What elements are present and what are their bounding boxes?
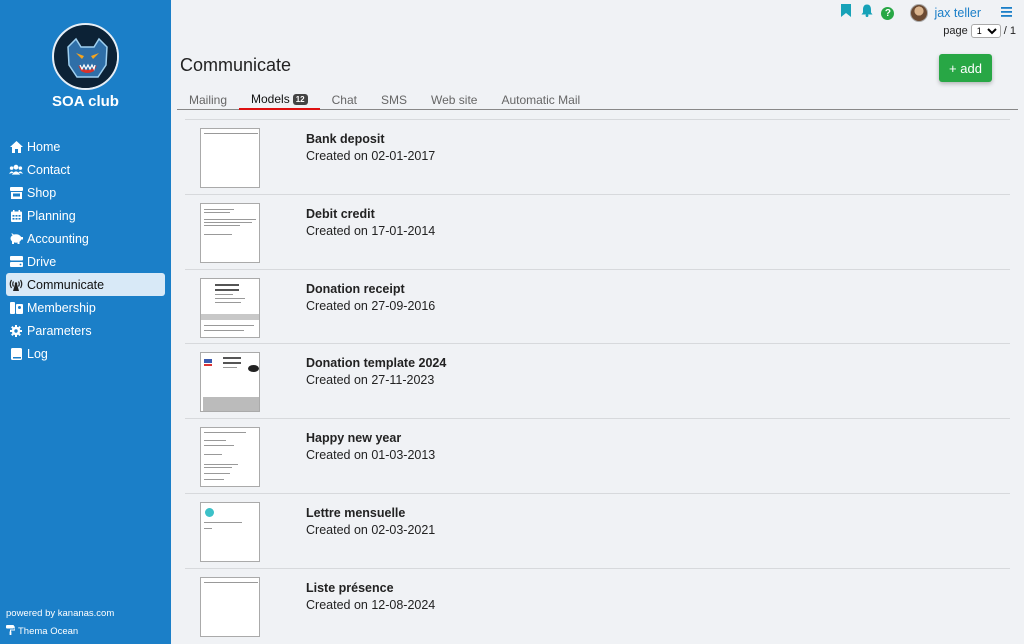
model-thumbnail[interactable] (200, 427, 260, 488)
model-thumbnail[interactable] (200, 202, 260, 263)
model-date: Created on 27-09-2016 (306, 298, 436, 313)
model-name[interactable]: Lettre mensuelle (306, 506, 405, 520)
model-date: Created on 27-11-2023 (306, 373, 435, 388)
hard-drive-icon (9, 255, 23, 269)
page-title: Communicate (180, 55, 292, 75)
list-item[interactable]: Lettre mensuelle Created on 02-03-2021 (185, 492, 1010, 568)
bookmark-icon[interactable] (841, 4, 852, 22)
list-item[interactable]: Debit credit Created on 17-01-2014 (185, 193, 1010, 269)
club-logo[interactable] (52, 23, 119, 90)
sidebar-item-label: Drive (27, 254, 57, 269)
gear-icon (9, 324, 23, 338)
tab-label: Automatic Mail (501, 92, 581, 107)
sidebar-item-label: Accounting (27, 231, 89, 246)
calendar-icon (9, 209, 23, 223)
users-icon (9, 163, 23, 177)
sidebar-item-membership[interactable]: Membership (6, 296, 165, 319)
model-name[interactable]: Happy new year (306, 431, 401, 445)
tab-chat[interactable]: Chat (320, 90, 369, 109)
model-date: Created on 12-08-2024 (306, 597, 436, 612)
tab-sms[interactable]: SMS (369, 90, 419, 109)
sidebar-item-communicate[interactable]: Communicate (6, 273, 165, 296)
sidebar-item-log[interactable]: Log (6, 342, 165, 365)
model-thumbnail[interactable] (200, 501, 260, 562)
list-item[interactable]: Donation template 2024 Created on 27-11-… (185, 343, 1010, 418)
sidebar-item-shop[interactable]: Shop (6, 181, 165, 204)
sidebar-item-planning[interactable]: Planning (6, 204, 165, 227)
sidebar-item-label: Shop (27, 185, 57, 200)
model-name[interactable]: Debit credit (306, 207, 375, 221)
list-item[interactable]: Bank deposit Created on 02-01-2017 (185, 119, 1010, 194)
menu-icon[interactable] (1001, 4, 1012, 22)
model-name[interactable]: Donation receipt (306, 282, 405, 296)
model-date: Created on 02-03-2021 (306, 522, 436, 537)
tab-label: Mailing (189, 92, 228, 107)
club-name: SOA club (52, 93, 119, 110)
model-thumbnail[interactable] (200, 128, 260, 188)
sidebar-nav: Home Contact Shop Planning Accounting Dr… (6, 135, 165, 365)
model-thumbnail[interactable] (200, 352, 260, 413)
list-item[interactable]: Donation receipt Created on 27-09-2016 (185, 268, 1010, 344)
avatar[interactable] (910, 4, 929, 22)
list-item[interactable]: Liste présence Created on 12-08-2024 (185, 567, 1010, 643)
pagination: page 1 / 1 (943, 24, 1016, 38)
sidebar-item-label: Contact (27, 162, 71, 177)
tab-label: Models (251, 92, 290, 106)
powered-by-link[interactable]: powered by kananas.com (6, 608, 114, 619)
sidebar-item-home[interactable]: Home (6, 135, 165, 158)
paint-roller-icon (6, 625, 16, 638)
sidebar-item-accounting[interactable]: Accounting (6, 227, 165, 250)
user-name[interactable]: jax teller (934, 6, 981, 20)
tab-bar: Mailing Models 12 Chat SMS Web site Autom… (177, 90, 1018, 110)
bell-icon[interactable] (861, 4, 873, 22)
sidebar-item-label: Log (27, 346, 48, 361)
model-list: Bank deposit Created on 02-01-2017 Debit… (185, 119, 1010, 643)
model-date: Created on 17-01-2014 (306, 223, 436, 238)
sidebar-item-drive[interactable]: Drive (6, 250, 165, 273)
tab-label: SMS (380, 92, 407, 107)
page-total: / 1 (1003, 25, 1016, 37)
model-name[interactable]: Bank deposit (306, 132, 385, 146)
theme-selector[interactable]: Thema Ocean (6, 625, 78, 638)
sidebar-item-parameters[interactable]: Parameters (6, 319, 165, 342)
tab-mailing[interactable]: Mailing (177, 90, 239, 109)
model-thumbnail[interactable] (200, 576, 260, 637)
shop-icon (9, 186, 23, 200)
sidebar-item-label: Home (27, 139, 61, 154)
add-button[interactable]: + add (939, 54, 992, 82)
list-item[interactable]: Happy new year Created on 01-03-2013 (185, 418, 1010, 493)
model-date: Created on 02-01-2017 (306, 149, 436, 163)
piggy-bank-icon (9, 232, 23, 246)
tab-web-site[interactable]: Web site (419, 90, 489, 109)
home-icon (9, 140, 23, 154)
sidebar: SOA club Home Contact Shop Planning Acco… (0, 0, 171, 644)
book-icon (9, 347, 23, 361)
tab-automatic-mail[interactable]: Automatic Mail (489, 90, 592, 109)
model-date: Created on 01-03-2013 (306, 448, 436, 463)
model-name[interactable]: Liste présence (306, 581, 394, 595)
theme-label: Thema Ocean (18, 626, 79, 637)
sidebar-item-label: Planning (27, 208, 76, 223)
sidebar-item-label: Communicate (27, 277, 105, 292)
model-name[interactable]: Donation template 2024 (306, 356, 446, 370)
tab-label: Chat (331, 92, 357, 107)
page-label: page (943, 25, 968, 37)
top-bar: ? jax teller (841, 4, 1012, 22)
model-thumbnail[interactable] (200, 277, 260, 338)
id-card-icon (9, 301, 23, 315)
help-icon[interactable]: ? (881, 6, 895, 20)
page-select[interactable]: 1 (970, 24, 1001, 38)
broadcast-icon (9, 278, 23, 292)
sidebar-item-contact[interactable]: Contact (6, 158, 165, 181)
sidebar-item-label: Membership (27, 300, 96, 315)
tab-models[interactable]: Models 12 (239, 90, 320, 110)
tab-label: Web site (430, 92, 478, 107)
sidebar-item-label: Parameters (27, 323, 92, 338)
count-badge: 12 (292, 93, 308, 105)
